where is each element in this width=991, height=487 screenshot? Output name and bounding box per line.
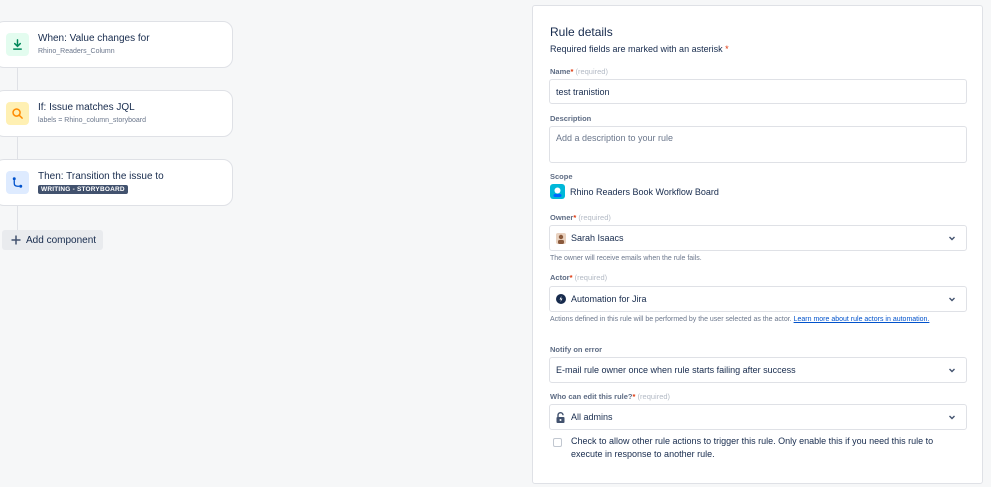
owner-label: Owner* (required) — [550, 213, 611, 222]
actor-help: Actions defined in this rule will be per… — [550, 316, 930, 323]
condition-title: If: Issue matches JQL — [38, 102, 135, 113]
chevron-down-icon — [949, 415, 955, 420]
action-title: Then: Transition the issue to — [38, 171, 164, 182]
actor-label: Actor* (required) — [550, 273, 608, 282]
allow-trigger-row: Check to allow other rule actions to tri… — [553, 435, 953, 461]
allow-trigger-label: Check to allow other rule actions to tri… — [571, 436, 934, 459]
trigger-title: When: Value changes for — [38, 33, 150, 44]
add-component-button[interactable]: Add component — [2, 230, 104, 250]
who-can-edit-label: Who can edit this rule?* (required) — [550, 392, 671, 401]
who-can-edit-select[interactable]: All admins — [549, 404, 967, 430]
notify-select[interactable]: E-mail rule owner once when rule starts … — [549, 357, 967, 383]
actor-select[interactable]: Automation for Jira — [549, 286, 967, 312]
chevron-down-icon — [949, 297, 955, 302]
chevron-down-icon — [949, 236, 955, 241]
user-avatar-icon — [556, 232, 566, 244]
scope-value: Rhino Readers Book Workflow Board — [550, 184, 719, 199]
automation-avatar-icon — [556, 294, 566, 304]
value-changed-icon — [6, 33, 29, 56]
trigger-subtitle: Rhino_Readers_Column — [38, 48, 115, 55]
rule-details-panel: Rule details Required fields are marked … — [532, 5, 983, 484]
search-icon — [6, 102, 29, 125]
trigger-card[interactable]: When: Value changes for Rhino_Readers_Co… — [0, 21, 233, 68]
rule-actors-link[interactable]: Learn more about rule actors in automati… — [794, 316, 930, 323]
lock-icon — [556, 411, 565, 423]
name-label: Name* (required) — [550, 67, 608, 76]
notify-label: Notify on error — [550, 345, 603, 354]
transition-icon — [6, 171, 29, 194]
condition-card[interactable]: If: Issue matches JQL labels = Rhino_col… — [0, 90, 233, 137]
panel-title: Rule details — [550, 25, 613, 39]
add-component-label: Add component — [26, 234, 97, 246]
board-avatar-icon — [550, 184, 565, 199]
description-label: Description — [550, 114, 592, 123]
owner-select[interactable]: Sarah Isaacs — [549, 225, 967, 251]
description-field[interactable]: Add a description to your rule — [549, 126, 967, 163]
required-note: Required fields are marked with an aster… — [550, 44, 729, 54]
name-field[interactable]: test tranistion — [549, 79, 967, 104]
owner-help: The owner will receive emails when the r… — [550, 255, 702, 262]
allow-trigger-checkbox[interactable] — [553, 438, 562, 447]
condition-subtitle: labels = Rhino_column_storyboard — [38, 117, 146, 124]
chevron-down-icon — [949, 368, 955, 373]
scope-label: Scope — [550, 172, 573, 181]
action-card[interactable]: Then: Transition the issue to WRITING - … — [0, 159, 233, 206]
status-lozenge: WRITING - STORYBOARD — [38, 185, 128, 194]
plus-icon — [11, 235, 21, 245]
